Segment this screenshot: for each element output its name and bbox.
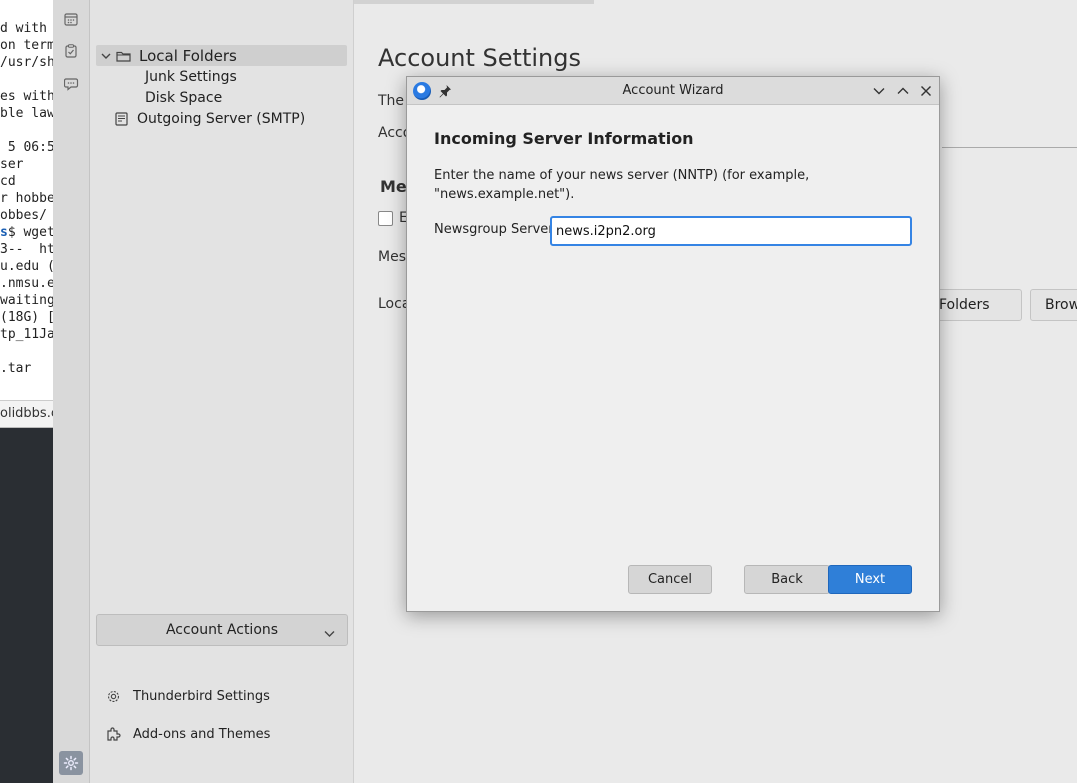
terminal-line: u.edu ( bbox=[0, 258, 53, 275]
cancel-button[interactable]: Cancel bbox=[628, 565, 712, 594]
calendar-icon[interactable] bbox=[61, 9, 81, 29]
terminal-line: 5 06:5 bbox=[0, 139, 53, 156]
minimize-icon[interactable] bbox=[871, 83, 887, 99]
account-actions-label: Account Actions bbox=[165, 622, 279, 638]
folder-icon bbox=[116, 50, 134, 62]
tree-item-disk-space[interactable]: Disk Space bbox=[145, 87, 347, 108]
terminal-line: on term bbox=[0, 37, 53, 54]
chevron-down-icon[interactable] bbox=[98, 52, 114, 60]
page-title: Account Settings bbox=[378, 44, 581, 72]
terminal-line: ser bbox=[0, 156, 53, 173]
dialog-titlebar[interactable]: Account Wizard bbox=[407, 77, 939, 105]
terminal-line: /usr/sh bbox=[0, 54, 53, 71]
chevron-down-icon bbox=[324, 626, 335, 642]
outgoing-server-icon bbox=[114, 111, 132, 126]
tab-strip-edge bbox=[354, 0, 594, 4]
newsgroup-server-input[interactable] bbox=[550, 216, 912, 246]
terminal-line: s$ wget bbox=[0, 224, 53, 241]
back-button[interactable]: Back bbox=[744, 565, 830, 594]
gear-icon bbox=[106, 689, 124, 704]
tree-item-outgoing-server[interactable]: Outgoing Server (SMTP) bbox=[114, 108, 347, 129]
folders-button-label: Folders bbox=[939, 297, 990, 313]
message-storage-heading: Me bbox=[380, 177, 407, 196]
terminal-line-text: u.edu ( bbox=[0, 259, 53, 274]
browse-button-label: Brow bbox=[1045, 297, 1077, 313]
terminal-line-text: 5 06:5 bbox=[0, 140, 53, 155]
cancel-button-label: Cancel bbox=[647, 572, 693, 587]
terminal-line-text: obbes/ bbox=[0, 208, 47, 223]
terminal-line: cd bbox=[0, 173, 53, 190]
terminal-line: .tar bbox=[0, 360, 53, 377]
terminal-line: ble law bbox=[0, 105, 53, 122]
tree-item-local-folders[interactable]: Local Folders bbox=[96, 45, 347, 66]
terminal-line-text: ble law bbox=[0, 106, 53, 121]
addons-themes-label: Add-ons and Themes bbox=[133, 726, 271, 742]
terminal-line-text: ser bbox=[0, 157, 24, 172]
terminal-line-text: .tar bbox=[0, 361, 32, 376]
puzzle-piece-icon bbox=[106, 726, 124, 742]
message-store-label: Mes bbox=[378, 249, 406, 265]
terminal-line: tp_11Ja bbox=[0, 326, 53, 343]
tasks-icon[interactable] bbox=[61, 41, 81, 61]
newsgroup-server-label: Newsgroup Server bbox=[434, 222, 554, 237]
terminal-window: d with on term/usr/sh es with ble law 5 06:… bbox=[0, 0, 53, 400]
terminal-line: es with bbox=[0, 88, 53, 105]
maximize-icon[interactable] bbox=[895, 83, 911, 99]
settings-gear-icon[interactable] bbox=[59, 751, 83, 775]
wizard-page-heading: Incoming Server Information bbox=[434, 129, 694, 148]
account-tree-pane: Local Folders Junk Settings Disk Space O… bbox=[90, 0, 354, 783]
terminal-line-text: $ wget bbox=[7, 225, 53, 240]
terminal-line-text: tp_11Ja bbox=[0, 327, 53, 342]
terminal-line-text: cd bbox=[0, 174, 16, 189]
spaces-toolbar bbox=[53, 0, 90, 783]
terminal-line: 3-- ht bbox=[0, 241, 53, 258]
terminal-line: (18G) [ bbox=[0, 309, 53, 326]
browse-button[interactable]: Brow bbox=[1030, 289, 1077, 321]
close-icon[interactable] bbox=[918, 83, 934, 99]
terminal-prompt-fragment: s bbox=[0, 225, 8, 240]
field-underline bbox=[942, 147, 1077, 148]
thunderbird-settings-link[interactable]: Thunderbird Settings bbox=[106, 684, 270, 708]
terminal-line: r hobbe bbox=[0, 190, 53, 207]
dialog-title: Account Wizard bbox=[622, 83, 724, 98]
thunderbird-settings-label: Thunderbird Settings bbox=[133, 688, 270, 704]
terminal-line: waiting bbox=[0, 292, 53, 309]
tree-item-label: Disk Space bbox=[145, 89, 223, 106]
account-actions-button[interactable]: Account Actions bbox=[96, 614, 348, 646]
terminal-line-text: es with bbox=[0, 89, 53, 104]
terminal-line-text: /usr/sh bbox=[0, 55, 53, 70]
chat-icon[interactable] bbox=[61, 74, 81, 94]
tree-item-label: Junk Settings bbox=[145, 68, 237, 85]
terminal-line-text: .nmsu.e bbox=[0, 276, 53, 291]
tree-item-label: Outgoing Server (SMTP) bbox=[137, 110, 306, 127]
terminal-line-text: 3-- ht bbox=[0, 242, 53, 257]
terminal-line: d with bbox=[0, 20, 53, 37]
browser-urlbar-peek: olidbbs.c bbox=[0, 400, 53, 428]
wizard-description: Enter the name of your news server (NNTP… bbox=[434, 168, 810, 202]
desktop-background bbox=[0, 428, 53, 783]
tree-item-label: Local Folders bbox=[139, 46, 237, 65]
back-button-label: Back bbox=[771, 572, 803, 587]
account-name-label: The bbox=[378, 93, 405, 109]
addons-themes-link[interactable]: Add-ons and Themes bbox=[106, 722, 270, 746]
terminal-line-text: d with bbox=[0, 21, 47, 36]
terminal-line-text: (18G) [ bbox=[0, 310, 53, 325]
terminal-line-text: waiting bbox=[0, 293, 53, 308]
terminal-line-text: on term bbox=[0, 38, 53, 53]
terminal-line: obbes/ bbox=[0, 207, 53, 224]
checkbox[interactable] bbox=[378, 211, 393, 226]
next-button[interactable]: Next bbox=[828, 565, 912, 594]
account-wizard-dialog: Account Wizard Incoming Server Informati… bbox=[406, 76, 940, 612]
terminal-line-text: r hobbe bbox=[0, 191, 53, 206]
terminal-line: .nmsu.e bbox=[0, 275, 53, 292]
next-button-label: Next bbox=[854, 572, 886, 587]
tree-item-junk-settings[interactable]: Junk Settings bbox=[145, 66, 347, 87]
